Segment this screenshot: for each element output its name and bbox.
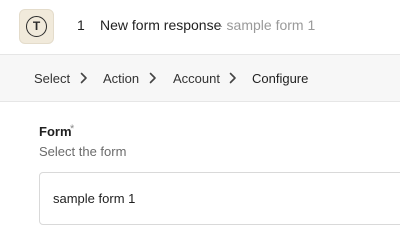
- breadcrumb-action[interactable]: Action: [103, 71, 139, 86]
- chevron-right-icon: [228, 72, 238, 84]
- required-marker: *: [70, 123, 75, 135]
- breadcrumb-select[interactable]: Select: [34, 71, 70, 86]
- app-icon: T: [19, 9, 54, 44]
- breadcrumb-configure[interactable]: Configure: [252, 71, 308, 86]
- form-field-help: Select the form: [39, 144, 127, 159]
- step-subtitle: - sample form 1: [218, 17, 316, 33]
- step-number: 1: [77, 17, 85, 33]
- form-field-label: Form: [39, 124, 72, 139]
- step-header: T 1 New form response - sample form 1: [0, 0, 400, 54]
- form-select-input[interactable]: [39, 172, 400, 225]
- chevron-right-icon: [148, 72, 158, 84]
- step-title: New form response: [100, 17, 222, 33]
- breadcrumb: Select Action Account Configure: [0, 54, 400, 102]
- page: T 1 New form response - sample form 1 Se…: [0, 0, 400, 245]
- breadcrumb-account[interactable]: Account: [173, 71, 220, 86]
- app-logo-icon: T: [26, 16, 47, 37]
- chevron-right-icon: [79, 72, 89, 84]
